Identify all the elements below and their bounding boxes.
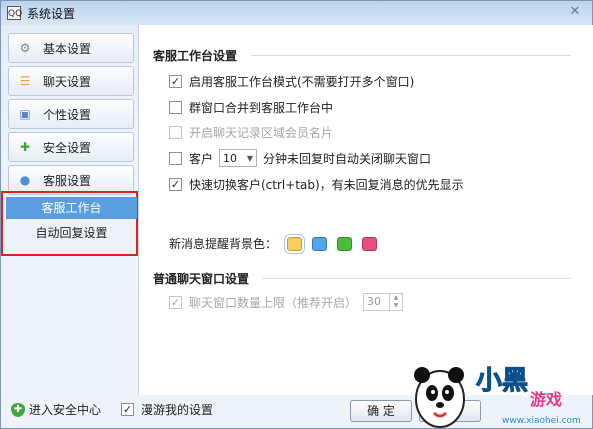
checkbox[interactable]: ✓: [169, 75, 182, 88]
sidebar-item-label: 客服设置: [43, 173, 92, 188]
bg-color-label: 新消息提醒背景色：: [169, 237, 278, 251]
option-label: 开启聊天记录区域会员名片: [189, 126, 334, 140]
roam-settings-option[interactable]: ✓ 漫游我的设置: [121, 401, 213, 418]
sidebar-item-personal[interactable]: ▣ 个性设置: [8, 99, 134, 129]
option-enable-workbench[interactable]: ✓ 启用客服工作台模式(不需要打开多个窗口): [169, 73, 414, 90]
checkbox[interactable]: [169, 151, 182, 165]
ok-button[interactable]: 确 定: [350, 400, 412, 422]
checkbox: ✓: [169, 295, 182, 309]
section-title-workbench: 客服工作台设置: [153, 49, 238, 63]
shield-icon: ✚: [11, 402, 25, 417]
watermark-logo: 小黑 游戏 www.xiaohei.com: [414, 366, 581, 428]
minutes-select[interactable]: 10 ▼: [219, 149, 258, 167]
checkbox[interactable]: ✓: [169, 178, 182, 191]
window-title: 系统设置: [27, 6, 76, 21]
option-member-card: 开启聊天记录区域会员名片: [169, 124, 333, 141]
checkbox[interactable]: [169, 101, 182, 114]
highlight-box: 客服工作台 自动回复设置: [1, 191, 138, 256]
settings-panel: 客服工作台设置 ✓ 启用客服工作台模式(不需要打开多个窗口) 群窗口合并到客服工…: [138, 25, 593, 395]
security-center-link[interactable]: ✚ 进入安全中心: [11, 401, 101, 418]
window-icon: ▣: [19, 107, 31, 121]
sidebar: ⚙ 基本设置 ☰ 聊天设置 ▣ 个性设置 ✚ 安全设置 ● 客服设置: [8, 33, 134, 198]
option-auto-close[interactable]: 客户 10 ▼ 分钟未回复时自动关闭聊天窗口: [169, 149, 431, 167]
chevron-up-icon: ▲: [393, 294, 399, 301]
option-label: 聊天窗口数量上限（推荐开启）: [189, 295, 358, 310]
svg-text:小黑: 小黑: [476, 366, 528, 396]
swatch-yellow[interactable]: [284, 233, 306, 254]
sidebar-item-chat[interactable]: ☰ 聊天设置: [8, 66, 134, 96]
option-prefix: 客户: [189, 151, 214, 166]
sidebar-item-label: 聊天设置: [43, 74, 92, 89]
divider: [251, 55, 571, 56]
svg-text:www.xiaohei.com: www.xiaohei.com: [502, 416, 581, 426]
option-quick-switch[interactable]: ✓ 快速切换客户(ctrl+tab)，有未回复消息的优先显示: [169, 176, 464, 193]
title-bar[interactable]: QQ 系统设置 ✕: [1, 1, 592, 25]
swatch-pink[interactable]: [362, 236, 378, 251]
close-icon[interactable]: ✕: [566, 4, 584, 20]
window-limit-spinner: 30 ▲ ▼: [363, 293, 404, 311]
swatch-green[interactable]: [337, 236, 353, 251]
checkbox[interactable]: ✓: [121, 403, 134, 416]
chat-icon: ☰: [19, 74, 31, 88]
headset-icon: ●: [19, 173, 31, 187]
shield-icon: ✚: [19, 140, 31, 154]
section-title-normal-chat: 普通聊天窗口设置: [153, 272, 250, 286]
option-label: 群窗口合并到客服工作台中: [189, 101, 334, 115]
option-label: 启用客服工作台模式(不需要打开多个窗口): [189, 75, 415, 89]
swatch-blue[interactable]: [312, 236, 328, 251]
sidebar-item-label: 个性设置: [43, 107, 92, 122]
checkbox: [169, 126, 182, 139]
security-center-label: 进入安全中心: [29, 403, 102, 417]
sidebar-subitem-auto-reply[interactable]: 自动回复设置: [6, 222, 137, 244]
option-window-limit: ✓ 聊天窗口数量上限（推荐开启） 30 ▲ ▼: [169, 293, 404, 311]
option-merge-group[interactable]: 群窗口合并到客服工作台中: [169, 99, 333, 116]
sidebar-subitem-workbench[interactable]: 客服工作台: [6, 197, 137, 219]
option-label: 快速切换客户(ctrl+tab)，有未回复消息的优先显示: [189, 178, 464, 192]
select-value: 10: [223, 151, 238, 165]
settings-window: QQ 系统设置 ✕ ⚙ 基本设置 ☰ 聊天设置 ▣ 个性设置 ✚ 安全设置 ● …: [0, 0, 593, 429]
spinner-value: 30: [367, 295, 382, 308]
gear-icon: ⚙: [19, 41, 31, 55]
divider: [263, 278, 571, 279]
sidebar-item-basic[interactable]: ⚙ 基本设置: [8, 33, 134, 63]
sidebar-item-label: 基本设置: [43, 41, 92, 56]
chevron-down-icon: ▼: [246, 153, 254, 163]
chevron-down-icon: ▼: [393, 302, 399, 309]
sidebar-item-label: 安全设置: [43, 140, 92, 155]
option-suffix: 分钟未回复时自动关闭聊天窗口: [263, 151, 432, 166]
svg-text:游戏: 游戏: [530, 390, 562, 409]
sidebar-item-security[interactable]: ✚ 安全设置: [8, 132, 134, 162]
app-icon: QQ: [7, 6, 22, 20]
bg-color-picker: 新消息提醒背景色：: [169, 233, 378, 254]
roam-settings-label: 漫游我的设置: [141, 403, 214, 417]
